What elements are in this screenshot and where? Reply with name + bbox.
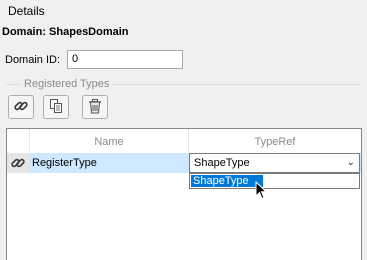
domain-id-input[interactable]: 0 bbox=[67, 50, 183, 69]
link-icon bbox=[13, 98, 29, 117]
row-name-cell[interactable]: RegisterType bbox=[32, 157, 97, 169]
trash-icon bbox=[87, 98, 103, 117]
add-link-button[interactable] bbox=[8, 95, 34, 119]
typeref-combobox-value: ShapeType bbox=[194, 157, 250, 169]
delete-button[interactable] bbox=[82, 95, 108, 119]
domain-id-label: Domain ID: bbox=[5, 54, 61, 66]
registered-types-label: Registered Types bbox=[24, 78, 110, 90]
link-icon bbox=[10, 155, 26, 174]
section-divider-left bbox=[6, 84, 20, 85]
chevron-down-icon[interactable]: ⌄ bbox=[347, 154, 355, 172]
details-group-title: Details bbox=[8, 4, 47, 18]
typeref-dropdown-list[interactable]: ShapeType bbox=[189, 173, 360, 189]
column-header-name[interactable]: Name bbox=[29, 129, 189, 155]
column-header-typeref[interactable]: TypeRef bbox=[189, 129, 361, 155]
dropdown-option-shapetype[interactable]: ShapeType bbox=[191, 175, 263, 187]
row-icon-cell bbox=[7, 153, 29, 173]
typeref-combobox[interactable]: ShapeType ⌄ bbox=[189, 153, 360, 173]
domain-heading: Domain: ShapesDomain bbox=[2, 26, 129, 38]
copy-button[interactable] bbox=[43, 95, 69, 119]
copy-icon bbox=[48, 98, 64, 117]
column-divider bbox=[29, 129, 30, 155]
mouse-cursor-icon bbox=[255, 180, 269, 204]
section-divider-right bbox=[113, 84, 361, 85]
registered-types-grid[interactable]: Name TypeRef RegisterType ShapeType ⌄ Sh… bbox=[6, 128, 362, 260]
